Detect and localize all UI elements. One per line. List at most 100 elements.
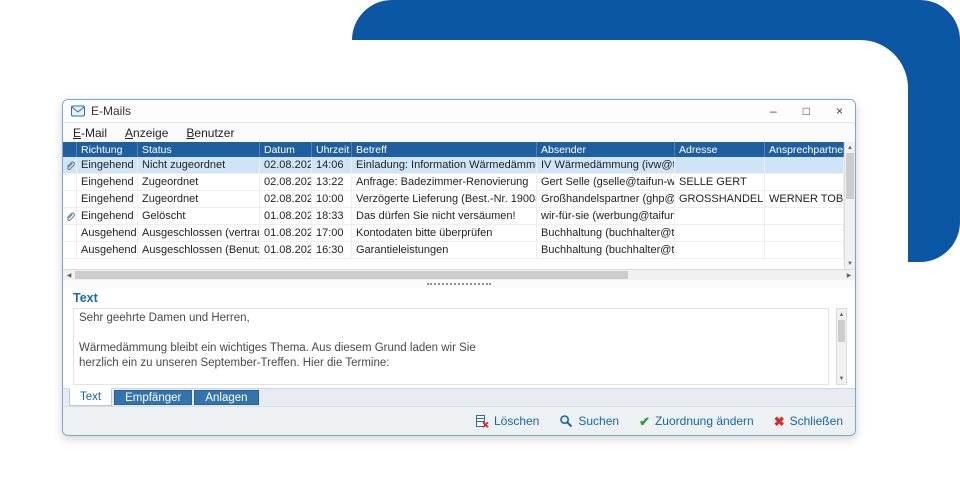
scrollbar-thumb[interactable]	[75, 271, 628, 279]
window-title: E-Mails	[91, 104, 132, 118]
email-app-icon	[71, 105, 85, 117]
email-row-2[interactable]: Eingehend Zugeordnet 02.08.2020 13:22 An…	[63, 174, 844, 191]
scroll-up-icon[interactable]: ▲	[845, 142, 855, 153]
attachment-cell	[63, 174, 77, 190]
tab-empfaenger[interactable]: Empfänger	[114, 390, 193, 405]
cell-adresse	[675, 225, 765, 241]
cell-uhrzeit: 17:00	[312, 225, 352, 241]
close-dialog-button[interactable]: ✖ Schließen	[774, 414, 843, 428]
cell-datum: 02.08.2020	[260, 157, 312, 173]
cell-richtung: Ausgehend	[77, 225, 138, 241]
email-row-4[interactable]: Eingehend Gelöscht 01.08.2020 18:33 Das …	[63, 208, 844, 225]
minimize-button[interactable]: –	[770, 105, 777, 117]
email-row-5[interactable]: Ausgehend Ausgeschlossen (vertraulich) 0…	[63, 225, 844, 242]
cell-betreff: Verzögerte Lieferung (Best.-Nr. 1900801)	[352, 191, 537, 207]
email-body-text[interactable]: Sehr geehrte Damen und Herren, Wärmedämm…	[73, 308, 829, 385]
email-row-1[interactable]: Eingehend Nicht zugeordnet 02.08.2020 14…	[63, 157, 844, 174]
attachment-cell	[63, 157, 77, 173]
cell-betreff: Garantieleistungen	[352, 242, 537, 258]
cell-datum: 01.08.2020	[260, 208, 312, 224]
cell-status: Zugeordnet	[138, 191, 260, 207]
attachment-cell	[63, 191, 77, 207]
header-ansprechpartner[interactable]: Ansprechpartner	[765, 142, 844, 157]
email-table: Richtung Status Datum Uhrzeit Betreff Ab…	[63, 142, 855, 269]
preview-pane: Text Sehr geehrte Damen und Herren, Wärm…	[63, 288, 855, 388]
scroll-up-icon[interactable]: ▲	[837, 309, 846, 320]
pane-splitter[interactable]	[63, 280, 855, 288]
cell-betreff: Das dürfen Sie nicht versäumen!	[352, 208, 537, 224]
attachment-cell	[63, 225, 77, 241]
tab-anlagen[interactable]: Anlagen	[194, 390, 259, 405]
attachment-cell	[63, 208, 77, 224]
menu-email[interactable]: E-Mail	[73, 126, 107, 140]
delete-table-icon	[475, 415, 489, 428]
action-bar: Löschen Suchen ✔ Zuordnung ändern ✖ Schl…	[63, 406, 855, 435]
scroll-right-icon[interactable]: ▶	[843, 272, 855, 279]
header-betreff[interactable]: Betreff	[352, 142, 537, 157]
menu-bar: E-Mail Anzeige Benutzer	[63, 123, 855, 142]
cell-ansprechpartner	[765, 174, 844, 190]
splitter-handle-icon[interactable]	[427, 283, 491, 285]
search-icon	[560, 415, 573, 428]
emails-window: E-Mails – □ × E-Mail Anzeige Benutzer Ri…	[62, 99, 856, 436]
header-richtung[interactable]: Richtung	[77, 142, 138, 157]
cell-uhrzeit: 10:00	[312, 191, 352, 207]
cell-richtung: Ausgehend	[77, 242, 138, 258]
change-assignment-button[interactable]: ✔ Zuordnung ändern	[639, 414, 754, 428]
cell-uhrzeit: 14:06	[312, 157, 352, 173]
scrollbar-thumb[interactable]	[838, 320, 845, 342]
menu-benutzer[interactable]: Benutzer	[186, 126, 234, 140]
cell-absender: wir-für-sie (werbung@taifun-w	[537, 208, 675, 224]
cell-betreff: Kontodaten bitte überprüfen	[352, 225, 537, 241]
maximize-button[interactable]: □	[803, 105, 810, 117]
table-header: Richtung Status Datum Uhrzeit Betreff Ab…	[63, 142, 844, 157]
scroll-left-icon[interactable]: ◀	[63, 272, 75, 279]
cell-uhrzeit: 18:33	[312, 208, 352, 224]
cell-datum: 02.08.2020	[260, 191, 312, 207]
header-absender[interactable]: Absender	[537, 142, 675, 157]
cell-adresse: GROSSHANDELS-PT	[675, 191, 765, 207]
email-row-6[interactable]: Ausgehend Ausgeschlossen (Benutzer) 01.0…	[63, 242, 844, 259]
tab-text[interactable]: Text	[69, 388, 113, 406]
table-horizontal-scrollbar[interactable]: ◀ ▶	[63, 269, 855, 280]
menu-anzeige[interactable]: Anzeige	[125, 126, 168, 140]
scroll-down-icon[interactable]: ▼	[845, 258, 855, 269]
cell-absender: Buchhaltung (buchhalter@taifu	[537, 242, 675, 258]
header-datum[interactable]: Datum	[260, 142, 312, 157]
cell-ansprechpartner	[765, 208, 844, 224]
cell-datum: 01.08.2020	[260, 225, 312, 241]
scroll-down-icon[interactable]: ▼	[837, 373, 846, 384]
close-button[interactable]: ×	[836, 105, 843, 117]
cell-ansprechpartner	[765, 242, 844, 258]
cell-status: Ausgeschlossen (vertraulich)	[138, 225, 260, 241]
cell-absender: Großhandelspartner (ghp@taif	[537, 191, 675, 207]
cell-adresse	[675, 242, 765, 258]
header-uhrzeit[interactable]: Uhrzeit	[312, 142, 352, 157]
cell-datum: 02.08.2020	[260, 174, 312, 190]
cell-status: Nicht zugeordnet	[138, 157, 260, 173]
header-adresse[interactable]: Adresse	[675, 142, 765, 157]
preview-vertical-scrollbar[interactable]: ▲ ▼	[836, 308, 847, 385]
check-icon: ✔	[639, 413, 650, 429]
table-body: Eingehend Nicht zugeordnet 02.08.2020 14…	[63, 157, 844, 269]
cell-status: Zugeordnet	[138, 174, 260, 190]
cell-status: Gelöscht	[138, 208, 260, 224]
scrollbar-thumb[interactable]	[846, 153, 854, 199]
title-bar[interactable]: E-Mails – □ ×	[63, 100, 855, 123]
cell-uhrzeit: 16:30	[312, 242, 352, 258]
paperclip-icon	[66, 161, 75, 171]
email-row-3[interactable]: Eingehend Zugeordnet 02.08.2020 10:00 Ve…	[63, 191, 844, 208]
search-button[interactable]: Suchen	[559, 414, 619, 428]
cell-absender: IV Wärmedämmung (ivw@taifu	[537, 157, 675, 173]
cell-betreff: Anfrage: Badezimmer-Renovierung	[352, 174, 537, 190]
cell-ansprechpartner: WERNER TOBIAS	[765, 191, 844, 207]
header-status[interactable]: Status	[138, 142, 260, 157]
cell-ansprechpartner	[765, 157, 844, 173]
cell-richtung: Eingehend	[77, 191, 138, 207]
table-vertical-scrollbar[interactable]: ▲ ▼	[844, 142, 855, 269]
attachment-cell	[63, 242, 77, 258]
cell-richtung: Eingehend	[77, 174, 138, 190]
delete-button[interactable]: Löschen	[475, 414, 539, 428]
preview-title: Text	[73, 291, 98, 305]
cell-datum: 01.08.2020	[260, 242, 312, 258]
